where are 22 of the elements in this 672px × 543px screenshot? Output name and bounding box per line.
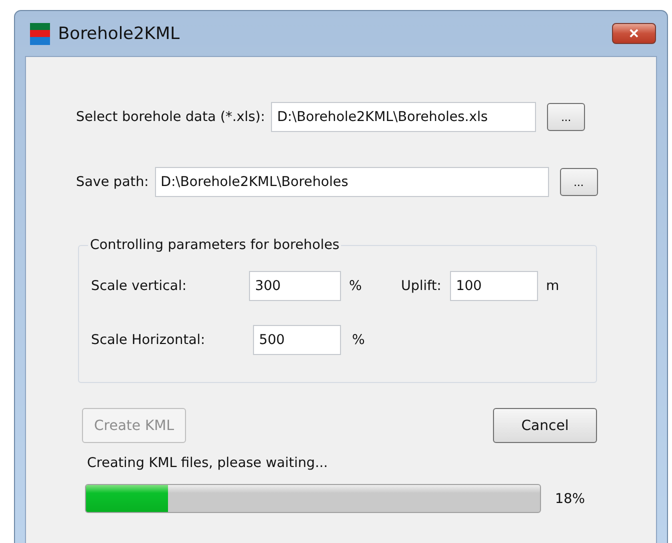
input-field[interactable]: D:\Borehole2KML\Boreholes xyxy=(154,167,549,197)
field-label: Uplift: xyxy=(401,278,442,294)
close-button[interactable]: ✕ xyxy=(612,23,656,44)
unit-label: m xyxy=(545,278,558,294)
field-label: Scale Horizontal: xyxy=(91,332,206,348)
progress-reading: 18% xyxy=(555,490,586,506)
input-field[interactable]: 300 xyxy=(249,271,341,301)
dialog-button[interactable]: Cancel xyxy=(493,408,597,443)
field-label: Scale vertical: xyxy=(91,278,188,294)
browse-button[interactable]: ... xyxy=(560,168,598,196)
field-label: Save path: xyxy=(76,174,149,190)
field-label: Select borehole data (*.xls): xyxy=(76,109,266,125)
input-field[interactable]: 500 xyxy=(253,325,341,355)
status-text: Creating KML files, please waiting... xyxy=(87,455,329,471)
input-field[interactable]: D:\Borehole2KML\Boreholes.xls xyxy=(271,102,536,132)
window-title: Borehole2KML xyxy=(58,24,181,44)
browse-button[interactable]: ... xyxy=(547,103,586,131)
app-icon xyxy=(30,22,50,44)
input-field[interactable]: 100 xyxy=(450,271,538,301)
group-title: Controlling parameters for boreholes xyxy=(89,237,340,253)
unit-label: % xyxy=(351,332,366,348)
unit-label: % xyxy=(348,278,363,294)
